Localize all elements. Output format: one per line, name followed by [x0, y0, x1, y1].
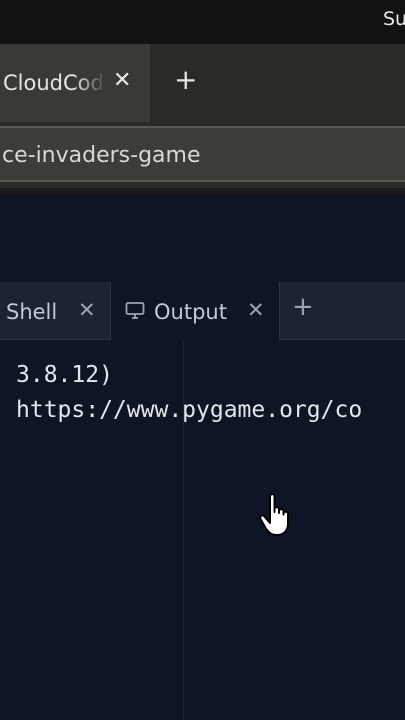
console-line: https://www.pygame.org/co — [16, 397, 363, 423]
address-bar-text: ce-invaders-game — [2, 143, 201, 168]
add-tab-button[interactable]: + — [292, 294, 314, 320]
os-top-bar: Su — [0, 0, 405, 44]
close-icon[interactable]: ✕ — [113, 68, 131, 93]
hand-cursor-icon — [259, 493, 289, 536]
browser-nav-bar: ce-invaders-game — [0, 122, 405, 188]
tab-shell-label: Shell — [6, 300, 58, 324]
monitor-icon — [125, 302, 145, 319]
tab-output[interactable]: Output ✕ — [110, 282, 280, 340]
address-bar[interactable]: ce-invaders-game — [0, 126, 405, 182]
new-tab-button[interactable]: + — [174, 66, 197, 94]
browser-tab-active[interactable]: CloudCoder ✕ — [0, 44, 150, 122]
console-line: 3.8.12) — [16, 362, 113, 388]
console-output[interactable]: 3.8.12) https://www.pygame.org/co — [0, 340, 405, 720]
panel-tab-bar: Shell ✕ Output ✕ + — [0, 282, 405, 340]
close-icon[interactable]: ✕ — [247, 298, 265, 322]
close-icon[interactable]: ✕ — [78, 298, 96, 322]
browser-tab-strip: CloudCoder ✕ + — [0, 44, 405, 122]
tab-shell[interactable]: Shell ✕ — [0, 282, 110, 340]
tab-output-label: Output — [154, 300, 227, 324]
os-clock[interactable]: Su — [383, 8, 405, 30]
browser-tab-title: CloudCoder — [3, 71, 106, 95]
workspace-header — [0, 194, 405, 282]
